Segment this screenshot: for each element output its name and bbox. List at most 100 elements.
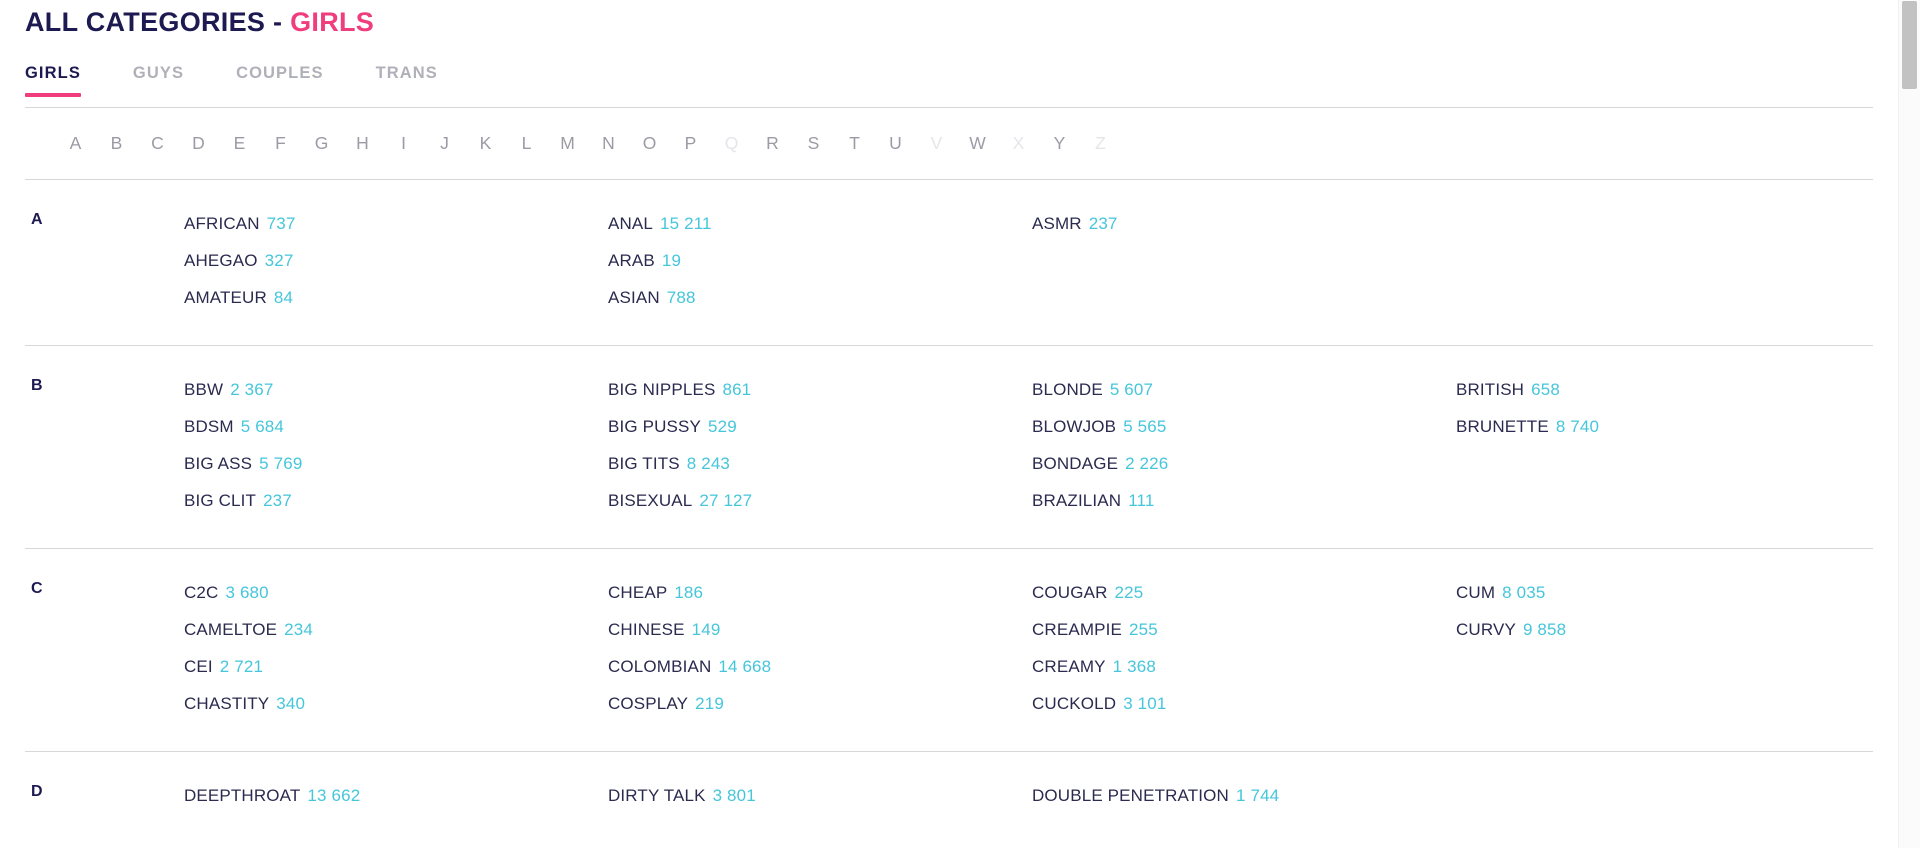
category-name: ANAL <box>608 214 654 233</box>
category-link[interactable]: AHEGAO 327 <box>184 243 293 280</box>
category-link[interactable]: ASMR 237 <box>1032 206 1118 243</box>
category-column <box>1456 206 1880 317</box>
vertical-scrollbar-thumb[interactable] <box>1902 1 1917 89</box>
category-count: 327 <box>264 251 294 270</box>
alpha-letter-s[interactable]: S <box>793 133 834 154</box>
alpha-letter-n[interactable]: N <box>588 133 629 154</box>
category-link[interactable]: DEEPTHROAT 13 662 <box>184 778 360 815</box>
category-link[interactable]: BIG TITS 8 243 <box>608 446 730 483</box>
category-count: 237 <box>1088 214 1118 233</box>
tab-couples[interactable]: COUPLES <box>236 64 323 96</box>
category-link[interactable]: BBW 2 367 <box>184 372 273 409</box>
alphabet-filter: ABCDEFGHIJKLMNOPQRSTUVWXYZ <box>25 108 1873 180</box>
category-link[interactable]: AFRICAN 737 <box>184 206 296 243</box>
category-link[interactable]: CREAMY 1 368 <box>1032 649 1156 686</box>
category-link[interactable]: BIG PUSSY 529 <box>608 409 737 446</box>
category-count: 84 <box>273 288 294 307</box>
category-count: 1 368 <box>1112 657 1156 676</box>
category-link[interactable]: ANAL 15 211 <box>608 206 712 243</box>
category-link[interactable]: COLOMBIAN 14 668 <box>608 649 771 686</box>
category-link[interactable]: BDSM 5 684 <box>184 409 284 446</box>
category-name: COUGAR <box>1032 583 1108 602</box>
category-name: BONDAGE <box>1032 454 1119 473</box>
category-link[interactable]: CAMELTOE 234 <box>184 612 313 649</box>
category-link[interactable]: CUCKOLD 3 101 <box>1032 686 1166 723</box>
alpha-letter-j[interactable]: J <box>424 133 465 154</box>
alpha-letter-f[interactable]: F <box>260 133 301 154</box>
category-link[interactable]: C2C 3 680 <box>184 575 269 612</box>
alpha-letter-h[interactable]: H <box>342 133 383 154</box>
category-link[interactable]: BIG NIPPLES 861 <box>608 372 751 409</box>
category-count: 186 <box>674 583 704 602</box>
page-title-main: ALL CATEGORIES - <box>25 7 291 37</box>
alpha-letter-o[interactable]: O <box>629 133 670 154</box>
section-columns: C2C 3 680 CAMELTOE 234 CEI 2 721 CHASTITY 340 CH… <box>184 575 1880 723</box>
category-count: 27 127 <box>699 491 753 510</box>
category-count: 8 035 <box>1502 583 1546 602</box>
category-link[interactable]: DIRTY TALK 3 801 <box>608 778 756 815</box>
category-link[interactable]: CEI 2 721 <box>184 649 263 686</box>
category-name: DOUBLE PENETRATION <box>1032 786 1229 805</box>
category-column: C2C 3 680 CAMELTOE 234 CEI 2 721 CHASTITY 340 <box>184 575 608 723</box>
alpha-letter-g[interactable]: G <box>301 133 342 154</box>
category-name: BISEXUAL <box>608 491 693 510</box>
category-link[interactable]: BRITISH 658 <box>1456 372 1560 409</box>
category-link[interactable]: BLOWJOB 5 565 <box>1032 409 1166 446</box>
category-link[interactable]: CREAMPIE 255 <box>1032 612 1158 649</box>
category-count: 2 721 <box>219 657 264 676</box>
alpha-letter-x: X <box>1012 133 1025 153</box>
category-count: 8 243 <box>686 454 731 473</box>
alpha-letter-b[interactable]: B <box>96 133 137 154</box>
vertical-scrollbar-track[interactable] <box>1898 0 1920 848</box>
category-count: 237 <box>263 491 292 510</box>
category-name: C2C <box>184 583 219 602</box>
alpha-letter-k[interactable]: K <box>465 133 506 154</box>
alpha-letter-p[interactable]: P <box>670 133 711 154</box>
category-link[interactable]: CHASTITY 340 <box>184 686 305 723</box>
category-name: BRITISH <box>1456 380 1525 399</box>
category-link[interactable]: BIG ASS 5 769 <box>184 446 302 483</box>
alpha-letter-i[interactable]: I <box>383 133 424 154</box>
alpha-letter-d[interactable]: D <box>178 133 219 154</box>
alpha-letter-l[interactable]: L <box>506 133 547 154</box>
alpha-letter-e[interactable]: E <box>219 133 260 154</box>
category-link[interactable]: BRAZILIAN 111 <box>1032 483 1155 520</box>
category-link[interactable]: CHEAP 186 <box>608 575 703 612</box>
category-count: 3 801 <box>712 786 756 805</box>
alpha-letter-y[interactable]: Y <box>1039 133 1080 154</box>
category-sections: A AFRICAN 737 AHEGAO 327 AMATEUR 84 ANAL 15 211 A… <box>25 180 1873 843</box>
category-link[interactable]: BIG CLIT 237 <box>184 483 292 520</box>
category-link[interactable]: BISEXUAL 27 127 <box>608 483 752 520</box>
category-count: 5 684 <box>240 417 285 436</box>
category-link[interactable]: ASIAN 788 <box>608 280 696 317</box>
category-link[interactable]: BONDAGE 2 226 <box>1032 446 1168 483</box>
category-name: CHEAP <box>608 583 668 602</box>
alpha-letter-t[interactable]: T <box>834 133 875 154</box>
alpha-letter-c[interactable]: C <box>137 133 178 154</box>
category-count: 5 607 <box>1109 380 1154 399</box>
tab-trans[interactable]: TRANS <box>376 64 438 96</box>
category-link[interactable]: COUGAR 225 <box>1032 575 1143 612</box>
category-link[interactable]: CUM 8 035 <box>1456 575 1545 612</box>
category-link[interactable]: CURVY 9 858 <box>1456 612 1566 649</box>
category-count: 529 <box>708 417 737 436</box>
alpha-letter-u[interactable]: U <box>875 133 916 154</box>
alpha-letter-w[interactable]: W <box>957 133 998 154</box>
category-link[interactable]: DOUBLE PENETRATION 1 744 <box>1032 778 1279 815</box>
alpha-letter-a[interactable]: A <box>55 133 96 154</box>
alpha-letter-r[interactable]: R <box>752 133 793 154</box>
category-column: CHEAP 186 CHINESE 149 COLOMBIAN 14 668 COSPLAY… <box>608 575 1032 723</box>
tab-girls[interactable]: GIRLS <box>25 64 81 97</box>
category-link[interactable]: BLONDE 5 607 <box>1032 372 1153 409</box>
page-title-accent: GIRLS <box>290 7 375 37</box>
category-count: 3 680 <box>225 583 269 602</box>
category-link[interactable]: CHINESE 149 <box>608 612 720 649</box>
category-link[interactable]: BRUNETTE 8 740 <box>1456 409 1599 446</box>
category-link[interactable]: COSPLAY 219 <box>608 686 724 723</box>
category-link[interactable]: ARAB 19 <box>608 243 681 280</box>
alpha-letter-m[interactable]: M <box>547 133 588 154</box>
category-link[interactable]: AMATEUR 84 <box>184 280 293 317</box>
category-count: 737 <box>266 214 296 233</box>
tab-guys[interactable]: GUYS <box>133 64 184 96</box>
category-name: CURVY <box>1456 620 1516 639</box>
